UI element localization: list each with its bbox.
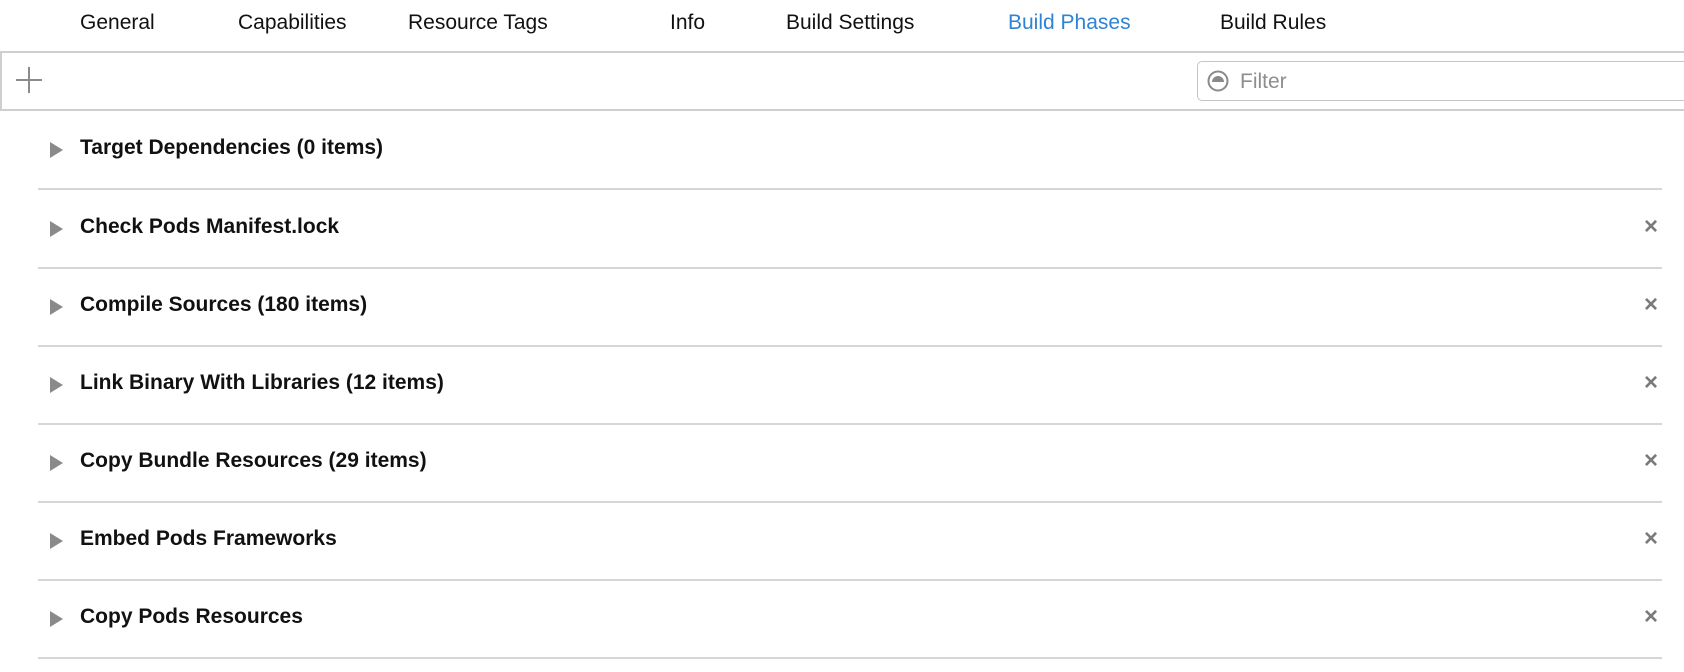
tab-build-rules[interactable]: Build Rules: [1220, 11, 1326, 35]
tab-build-phases[interactable]: Build Phases: [1008, 11, 1131, 35]
filter-circle-icon: [1207, 70, 1229, 92]
plus-icon[interactable]: [16, 67, 42, 93]
close-icon[interactable]: ×: [1640, 449, 1662, 473]
disclosure-triangle-icon[interactable]: [50, 299, 63, 315]
phase-link-binary: Link Binary With Libraries (12 items) ×: [38, 346, 1662, 425]
phase-title[interactable]: Link Binary With Libraries (12 items): [80, 371, 444, 395]
close-icon[interactable]: ×: [1640, 527, 1662, 551]
tab-info[interactable]: Info: [670, 11, 705, 35]
disclosure-triangle-icon[interactable]: [50, 611, 63, 627]
phase-copy-pods-resources: Copy Pods Resources ×: [38, 580, 1662, 659]
phase-title[interactable]: Copy Bundle Resources (29 items): [80, 449, 427, 473]
filter-input[interactable]: [1238, 66, 1682, 98]
phase-copy-bundle-resources: Copy Bundle Resources (29 items) ×: [38, 424, 1662, 503]
tab-resource-tags[interactable]: Resource Tags: [408, 11, 548, 35]
tab-build-settings[interactable]: Build Settings: [786, 11, 914, 35]
disclosure-triangle-icon[interactable]: [50, 377, 63, 393]
build-phases-toolbar: [0, 51, 1684, 111]
close-icon[interactable]: ×: [1640, 215, 1662, 239]
phase-title[interactable]: Target Dependencies (0 items): [80, 136, 383, 160]
close-icon[interactable]: ×: [1640, 605, 1662, 629]
phase-compile-sources: Compile Sources (180 items) ×: [38, 268, 1662, 347]
filter-field[interactable]: [1197, 61, 1684, 101]
editor-tab-bar: General Capabilities Resource Tags Info …: [0, 0, 1684, 52]
tab-capabilities[interactable]: Capabilities: [238, 11, 347, 35]
disclosure-triangle-icon[interactable]: [50, 455, 63, 471]
phase-title[interactable]: Copy Pods Resources: [80, 605, 303, 629]
phase-title[interactable]: Check Pods Manifest.lock: [80, 215, 339, 239]
disclosure-triangle-icon[interactable]: [50, 533, 63, 549]
disclosure-triangle-icon[interactable]: [50, 221, 63, 237]
close-icon[interactable]: ×: [1640, 293, 1662, 317]
phase-title[interactable]: Compile Sources (180 items): [80, 293, 367, 317]
phase-target-dependencies: Target Dependencies (0 items): [38, 111, 1662, 190]
disclosure-triangle-icon[interactable]: [50, 142, 63, 158]
tab-general[interactable]: General: [80, 11, 155, 35]
phase-embed-pods-frameworks: Embed Pods Frameworks ×: [38, 502, 1662, 581]
phase-title[interactable]: Embed Pods Frameworks: [80, 527, 337, 551]
phase-check-pods-manifest: Check Pods Manifest.lock ×: [38, 190, 1662, 269]
close-icon[interactable]: ×: [1640, 371, 1662, 395]
